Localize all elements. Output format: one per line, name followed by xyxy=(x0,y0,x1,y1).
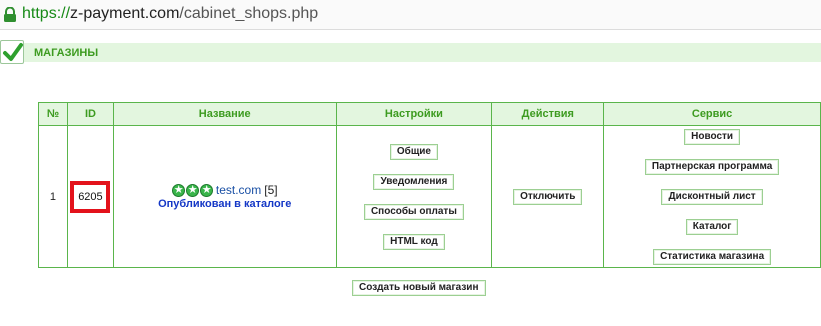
service-news-button[interactable]: Новости xyxy=(684,128,741,145)
table-header-row: № ID Название Настройки Действия Сервис xyxy=(38,102,821,126)
cell-num: 1 xyxy=(38,125,68,268)
url-path: /cabinet_shops.php xyxy=(179,5,319,22)
section-bar xyxy=(22,43,821,62)
cell-service: Новости Партнерская программа Дисконтный… xyxy=(603,125,821,268)
star-icon xyxy=(185,183,199,198)
cell-settings: Общие Уведомления Способы оплаты HTML ко… xyxy=(335,125,493,268)
star-icon xyxy=(199,183,213,198)
col-header-id: ID xyxy=(66,102,114,126)
settings-notifications-button[interactable]: Уведомления xyxy=(373,173,455,190)
col-header-actions: Действия xyxy=(491,102,605,126)
star-icon xyxy=(171,183,185,198)
url-scheme: https:// xyxy=(22,5,71,22)
disable-button[interactable]: Отключить xyxy=(513,188,583,205)
settings-html-code-button[interactable]: HTML код xyxy=(383,233,445,250)
service-catalog-button[interactable]: Каталог xyxy=(685,218,739,235)
lock-icon xyxy=(4,7,16,22)
col-header-name: Название xyxy=(112,102,337,126)
url-host: z-payment.com xyxy=(70,5,180,22)
col-header-service: Сервис xyxy=(603,102,821,126)
shops-table: № ID Название Настройки Действия Сервис … xyxy=(38,102,821,268)
section-title: МАГАЗИНЫ xyxy=(34,47,99,59)
shop-count: [5] xyxy=(264,182,278,197)
shop-id-highlight: 6205 xyxy=(70,180,111,213)
cell-name: test.com [5] Опубликован в каталоге xyxy=(112,125,337,268)
col-header-num: № xyxy=(38,102,68,126)
create-shop-button[interactable]: Создать новый магазин xyxy=(352,280,486,296)
url-text[interactable]: https://z-payment.com/cabinet_shops.php xyxy=(22,5,318,23)
section-header: МАГАЗИНЫ xyxy=(0,40,821,66)
col-header-settings: Настройки xyxy=(335,102,493,126)
address-bar[interactable]: https://z-payment.com/cabinet_shops.php xyxy=(0,0,821,30)
check-box xyxy=(0,40,24,64)
service-discount-list-button[interactable]: Дисконтный лист xyxy=(661,188,763,205)
check-icon xyxy=(3,43,23,61)
table-row: 1 6205 test.com [5] Опубликован в катало… xyxy=(38,125,821,268)
cell-actions: Отключить xyxy=(491,125,605,268)
settings-general-button[interactable]: Общие xyxy=(389,143,438,160)
shop-name-link[interactable]: test.com xyxy=(216,183,261,197)
service-partner-program-button[interactable]: Партнерская программа xyxy=(644,158,780,175)
settings-payment-methods-button[interactable]: Способы оплаты xyxy=(363,203,464,220)
rating-stars xyxy=(171,183,213,198)
service-shop-stats-button[interactable]: Статистика магазина xyxy=(653,248,772,265)
cell-id: 6205 xyxy=(66,125,114,268)
status-text: Опубликован в каталоге xyxy=(158,198,292,211)
